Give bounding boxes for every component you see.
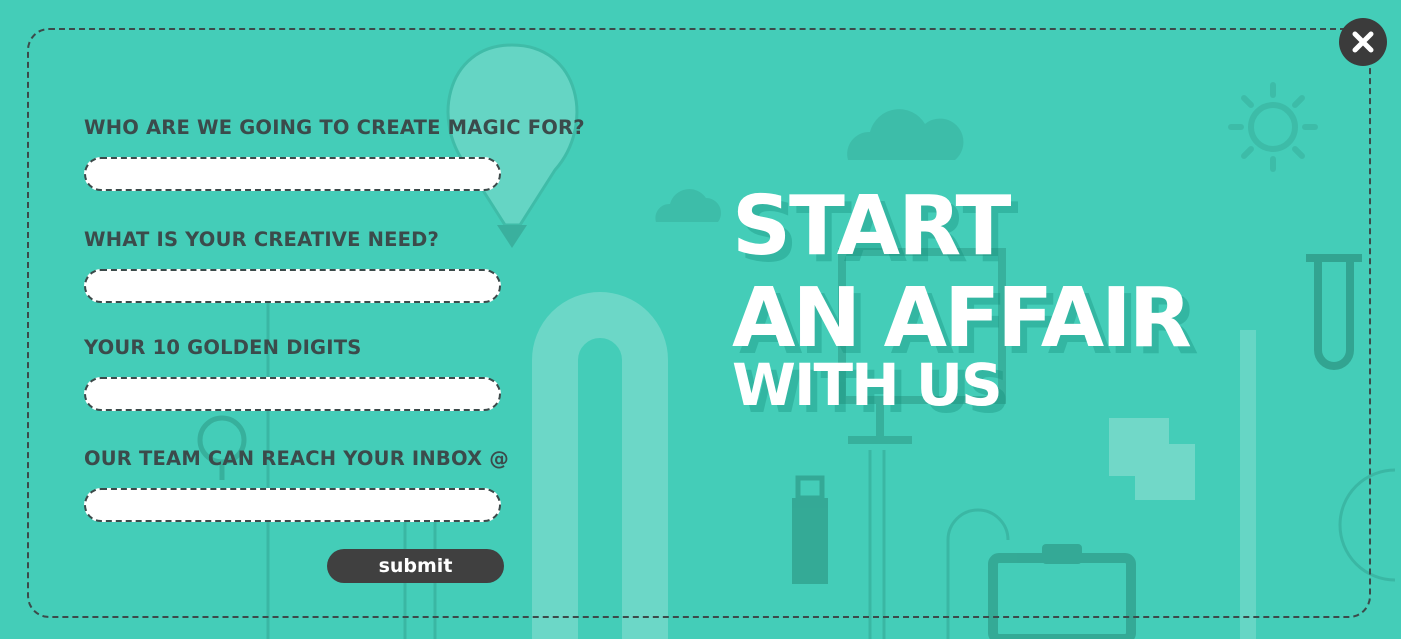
field-label-name: WHO ARE WE GOING TO CREATE MAGIC FOR? (84, 116, 585, 139)
headline-line-1: START (732, 179, 1011, 274)
headline-line-2: AN AFFAIR (732, 271, 1192, 366)
field-label-email: OUR TEAM CAN REACH YOUR INBOX @ (84, 447, 509, 470)
phone-input[interactable] (84, 377, 501, 411)
close-icon (1352, 31, 1374, 53)
creative-need-input[interactable] (84, 269, 501, 303)
field-label-creative-need: WHAT IS YOUR CREATIVE NEED? (84, 228, 440, 251)
submit-button[interactable]: submit (327, 549, 504, 583)
email-input[interactable] (84, 488, 501, 522)
name-input[interactable] (84, 157, 501, 191)
headline-line-3: WITH US (732, 351, 1003, 419)
close-button[interactable] (1339, 18, 1387, 66)
field-label-phone: YOUR 10 GOLDEN DIGITS (84, 336, 362, 359)
